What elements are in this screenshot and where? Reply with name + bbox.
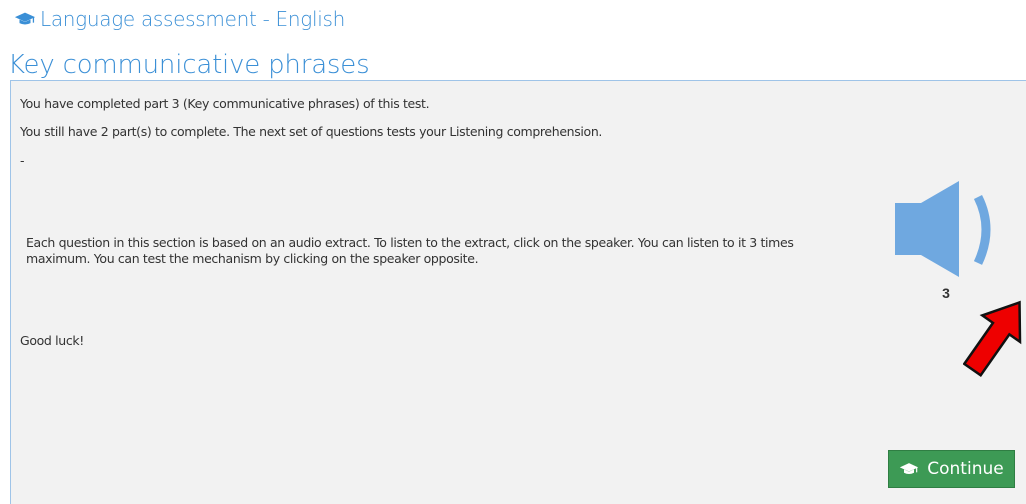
graduation-cap-icon	[14, 12, 36, 25]
good-luck-text: Good luck!	[20, 333, 84, 348]
speaker-icon[interactable]	[891, 181, 1001, 281]
continue-label: Continue	[927, 459, 1004, 479]
separator-text: -	[20, 153, 25, 168]
instructions-text: Each question in this section is based o…	[26, 235, 794, 266]
app-title: Language assessment - English	[14, 6, 345, 32]
content-panel: You have completed part 3 (Key communica…	[10, 80, 1026, 504]
continue-button[interactable]: Continue	[888, 450, 1015, 488]
app-title-text: Language assessment - English	[40, 7, 345, 31]
completed-message: You have completed part 3 (Key communica…	[20, 96, 430, 111]
section-title: Key communicative phrases	[8, 50, 370, 80]
graduation-cap-icon	[900, 463, 919, 474]
red-arrow-icon	[963, 300, 1022, 378]
remaining-message: You still have 2 part(s) to complete. Th…	[20, 124, 603, 139]
plays-remaining-count: 3	[942, 285, 950, 301]
